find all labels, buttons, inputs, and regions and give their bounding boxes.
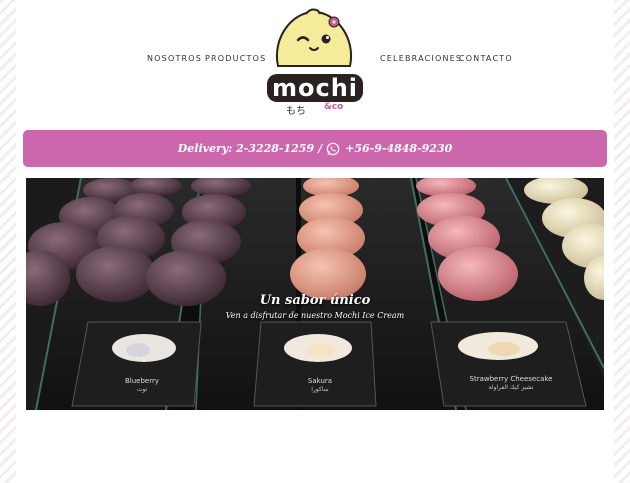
delivery-banner: Delivery: 2-3228-1259 / +56-9-4848-9230 bbox=[23, 130, 607, 167]
card-label-blueberry: Blueberry توت bbox=[112, 377, 172, 393]
nav-link-nosotros[interactable]: NOSOTROS bbox=[147, 54, 202, 63]
delivery-separator: / bbox=[318, 142, 323, 155]
logo-japanese-text: もち bbox=[286, 106, 306, 117]
whatsapp-icon bbox=[326, 142, 340, 155]
card-label-sakura: Sakura ساكورا bbox=[290, 377, 350, 393]
site-logo[interactable]: mochi もち &co bbox=[264, 6, 366, 117]
delivery-phone[interactable]: Delivery: 2-3228-1259 bbox=[178, 142, 314, 155]
site-header: NOSOTROS PRODUCTOS mochi もち &co CELEBRAC… bbox=[0, 0, 630, 125]
logo-wordmark: mochi bbox=[267, 74, 363, 102]
card-label-arabic: تشيز كيك الفراولة bbox=[488, 384, 534, 391]
mochi-mascot-icon bbox=[275, 8, 353, 67]
card-label-arabic: ساكورا bbox=[311, 386, 329, 393]
card-label-strawberry-cheesecake: Strawberry Cheesecake تشيز كيك الفراولة bbox=[446, 375, 576, 391]
card-label-text: Strawberry Cheesecake bbox=[469, 375, 553, 383]
delivery-whatsapp[interactable]: +56-9-4848-9230 bbox=[345, 142, 452, 155]
nav-link-productos[interactable]: PRODUCTOS bbox=[205, 54, 266, 63]
nav-link-contacto[interactable]: CONTACTO bbox=[459, 54, 513, 63]
card-label-arabic: توت bbox=[136, 386, 148, 393]
nav-link-celebraciones[interactable]: CELEBRACIONES bbox=[380, 54, 462, 63]
hero-subtitle: Ven a disfrutar de nuestro Mochi Ice Cre… bbox=[225, 311, 405, 320]
card-label-text: Blueberry bbox=[124, 377, 159, 385]
hero-banner: Un sabor único Ven a disfrutar de nuestr… bbox=[26, 178, 604, 410]
hero-title: Un sabor único bbox=[259, 293, 371, 308]
card-label-text: Sakura bbox=[307, 377, 333, 385]
logo-suffix: &co bbox=[324, 102, 344, 112]
